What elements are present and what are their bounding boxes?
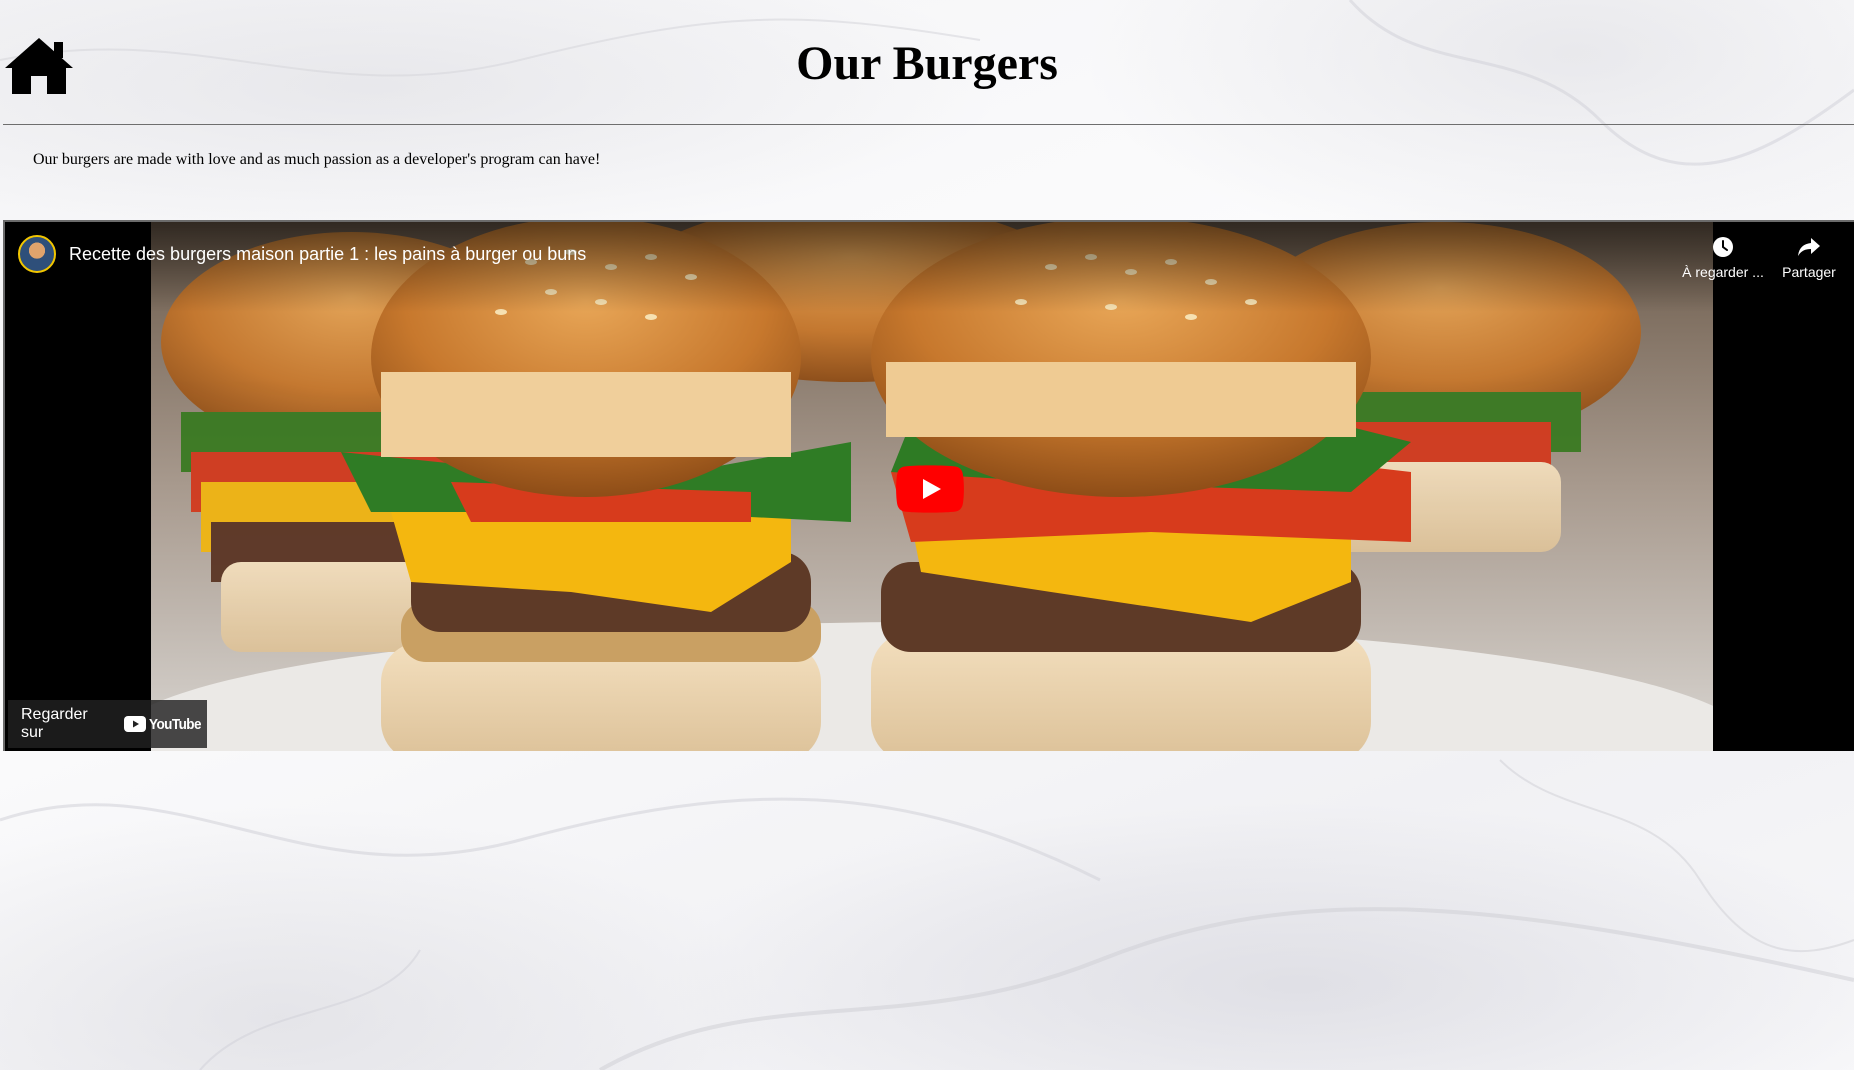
video-title[interactable]: Recette des burgers maison partie 1 : le… bbox=[69, 244, 586, 265]
page-title: Our Burgers bbox=[796, 37, 1058, 90]
share-icon bbox=[1798, 238, 1820, 256]
intro-text: Our burgers are made with love and as mu… bbox=[33, 151, 601, 168]
watch-on-youtube-button[interactable]: Regarder sur YouTube bbox=[8, 700, 207, 748]
youtube-play-icon bbox=[124, 716, 147, 732]
share-button[interactable]: Partager bbox=[1764, 236, 1854, 280]
youtube-logo-text: YouTube bbox=[149, 715, 202, 733]
divider bbox=[3, 124, 1854, 125]
clock-icon bbox=[1713, 237, 1733, 257]
watch-later-label: À regarder ... bbox=[1682, 264, 1764, 280]
youtube-embed[interactable]: Recette des burgers maison partie 1 : le… bbox=[3, 220, 1854, 751]
watch-later-button[interactable]: À regarder ... bbox=[1678, 236, 1768, 280]
youtube-logo: YouTube bbox=[124, 716, 207, 733]
channel-avatar[interactable] bbox=[18, 235, 56, 273]
video-topbar bbox=[5, 222, 1854, 312]
watch-on-label: Regarder sur bbox=[21, 706, 88, 741]
share-label: Partager bbox=[1782, 264, 1836, 280]
play-icon[interactable] bbox=[896, 465, 964, 513]
